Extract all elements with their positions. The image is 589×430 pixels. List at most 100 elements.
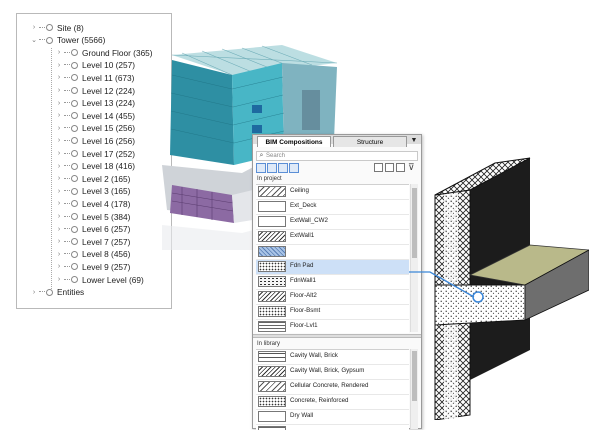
chevron-right-icon[interactable]: › — [55, 200, 63, 207]
chevron-right-icon[interactable]: › — [55, 251, 63, 258]
tree-item[interactable]: › Level 12 (224) — [55, 84, 135, 97]
tree-item[interactable]: › Level 16 (256) — [55, 134, 135, 147]
project-compositions-list[interactable]: Ceiling Ext_Deck ExtWall_CW2 ExtWall1 Fdn Pa… — [256, 184, 409, 333]
tree-item[interactable]: ⌄ Tower (5566) — [30, 34, 105, 47]
visibility-radio-icon[interactable] — [71, 112, 78, 120]
tree-item[interactable]: › Level 15 (256) — [55, 122, 135, 135]
chevron-right-icon[interactable]: › — [30, 24, 38, 31]
visibility-radio-icon[interactable] — [71, 124, 78, 132]
chevron-right-icon[interactable]: › — [55, 276, 63, 283]
project-scroll-thumb[interactable] — [412, 188, 417, 258]
chevron-right-icon[interactable]: › — [55, 226, 63, 233]
tree-item[interactable]: › Level 11 (673) — [55, 71, 135, 84]
visibility-radio-icon[interactable] — [46, 288, 53, 296]
composition-row[interactable]: Floor-Alt2 — [256, 290, 409, 305]
settings-icon[interactable] — [396, 163, 405, 172]
visibility-radio-icon[interactable] — [71, 74, 78, 82]
library-compositions-list[interactable]: Cavity Wall, Brick Cavity Wall, Brick, Gy… — [256, 349, 409, 430]
chevron-right-icon[interactable]: › — [55, 150, 63, 157]
tree-item[interactable]: › Level 8 (456) — [55, 248, 131, 261]
visibility-radio-icon[interactable] — [71, 61, 78, 69]
project-scrollbar[interactable] — [410, 184, 418, 332]
chevron-right-icon[interactable]: › — [55, 213, 63, 220]
tree-item[interactable]: › Entities — [30, 286, 84, 299]
visibility-radio-icon[interactable] — [71, 162, 78, 170]
tree-item[interactable]: › Level 14 (455) — [55, 109, 135, 122]
chevron-right-icon[interactable]: › — [55, 263, 63, 270]
composition-row[interactable]: Cellular Concrete, Rendered — [256, 380, 409, 395]
composition-row[interactable] — [256, 425, 409, 430]
composition-row[interactable]: Fdn Pad — [256, 260, 409, 275]
visibility-radio-icon[interactable] — [71, 276, 78, 283]
tree-item[interactable]: › Site (8) — [30, 21, 84, 34]
chevron-right-icon[interactable]: › — [30, 289, 38, 296]
visibility-radio-icon[interactable] — [71, 49, 78, 57]
composition-row[interactable]: ExtWall1 — [256, 230, 409, 245]
tree-item[interactable]: › Ground Floor (365) — [55, 46, 153, 59]
search-input[interactable]: ⌕ Search — [256, 151, 418, 161]
visibility-radio-icon[interactable] — [71, 225, 78, 233]
visibility-radio-icon[interactable] — [71, 213, 78, 220]
filter-roofs-icon[interactable] — [278, 163, 288, 173]
chevron-right-icon[interactable]: › — [55, 188, 63, 195]
tree-item[interactable]: › Level 18 (416) — [55, 160, 135, 173]
composition-row[interactable]: Floor-Bsmt — [256, 305, 409, 320]
visibility-radio-icon[interactable] — [71, 200, 78, 208]
chevron-right-icon[interactable]: › — [55, 49, 63, 56]
composition-row[interactable]: Cavity Wall, Brick — [256, 350, 409, 365]
chevron-right-icon[interactable]: › — [55, 100, 63, 107]
tree-item[interactable]: › Level 4 (178) — [55, 197, 131, 210]
composition-row[interactable]: ExtWall_CW2 — [256, 215, 409, 230]
composition-row[interactable]: Dry Wall — [256, 410, 409, 425]
chevron-right-icon[interactable]: › — [55, 163, 63, 170]
visibility-radio-icon[interactable] — [46, 24, 53, 31]
tree-item[interactable]: › Level 6 (257) — [55, 223, 131, 236]
composition-row[interactable]: Ceiling — [256, 185, 409, 200]
tree-item[interactable]: › Level 7 (257) — [55, 235, 131, 248]
visibility-radio-icon[interactable] — [71, 187, 78, 195]
composition-row[interactable]: FdnWall1 — [256, 275, 409, 290]
chevron-right-icon[interactable]: › — [55, 238, 63, 245]
composition-row[interactable] — [256, 245, 409, 260]
visibility-radio-icon[interactable] — [71, 175, 78, 183]
chevron-right-icon[interactable]: › — [55, 175, 63, 182]
tree-item[interactable]: › Level 13 (224) — [55, 97, 135, 110]
filter-slabs-icon[interactable] — [267, 163, 277, 173]
library-scrollbar[interactable] — [410, 349, 418, 429]
composition-row[interactable]: Concrete, Reinforced — [256, 395, 409, 410]
tab-bim-compositions[interactable]: BIM Compositions — [257, 136, 331, 147]
chevron-right-icon[interactable]: › — [55, 137, 63, 144]
composition-row[interactable]: Cavity Wall, Brick, Gypsum — [256, 365, 409, 380]
visibility-radio-icon[interactable] — [71, 263, 78, 271]
visibility-radio-icon[interactable] — [71, 99, 78, 107]
library-scroll-thumb[interactable] — [412, 351, 417, 401]
visibility-radio-icon[interactable] — [71, 87, 78, 94]
chevron-right-icon[interactable]: › — [55, 74, 63, 81]
tree-item[interactable]: › Level 9 (257) — [55, 260, 131, 273]
visibility-radio-icon[interactable] — [71, 150, 78, 157]
tree-item[interactable]: › Level 17 (252) — [55, 147, 135, 160]
tree-item[interactable]: › Level 5 (384) — [55, 210, 131, 223]
filter-shells-icon[interactable] — [289, 163, 299, 173]
composition-row[interactable]: Ext_Deck — [256, 200, 409, 215]
tree-item[interactable]: › Level 2 (165) — [55, 172, 131, 185]
chevron-right-icon[interactable]: › — [55, 62, 63, 69]
visibility-radio-icon[interactable] — [71, 137, 78, 145]
visibility-radio-icon[interactable] — [71, 238, 78, 246]
tree-item[interactable]: › Lower Level (69) — [55, 273, 144, 286]
filter-icon[interactable]: ⊽ — [408, 163, 415, 172]
chevron-right-icon[interactable]: › — [55, 125, 63, 132]
splitter[interactable] — [253, 334, 421, 338]
visibility-radio-icon[interactable] — [71, 250, 78, 258]
tree-item[interactable]: › Level 10 (257) — [55, 59, 135, 72]
panel-menu-icon[interactable]: ▼ — [409, 136, 419, 146]
new-composition-icon[interactable] — [374, 163, 383, 172]
composition-row[interactable]: Floor-Lvl1 — [256, 320, 409, 333]
duplicate-icon[interactable] — [385, 163, 394, 172]
filter-walls-icon[interactable] — [256, 163, 266, 173]
tab-structure[interactable]: Structure — [333, 136, 407, 147]
visibility-radio-icon[interactable] — [46, 36, 53, 44]
tree-item[interactable]: › Level 3 (165) — [55, 185, 131, 198]
chevron-down-icon[interactable]: ⌄ — [30, 36, 38, 44]
chevron-right-icon[interactable]: › — [55, 112, 63, 119]
